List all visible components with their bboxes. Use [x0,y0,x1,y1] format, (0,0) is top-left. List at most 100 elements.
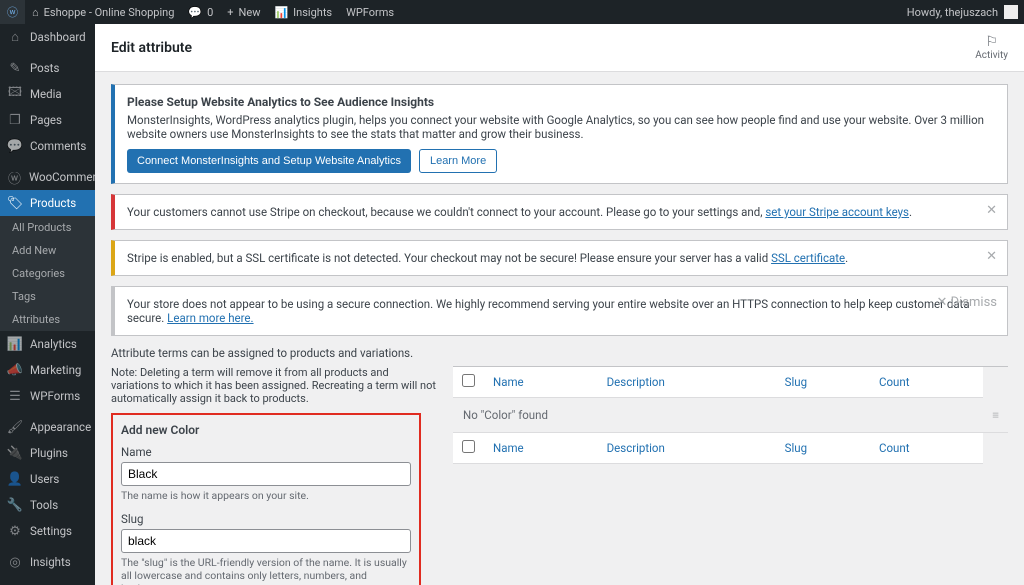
menu-analytics[interactable]: 📊Analytics [0,331,95,357]
col-description-foot[interactable]: Description [607,441,665,455]
gear-icon[interactable]: ≡ [983,398,1008,433]
submenu-tags[interactable]: Tags [0,285,95,308]
menu-label: WPForms [30,389,80,403]
wp-logo[interactable]: ⓦ [0,0,25,24]
name-label: Name [121,445,411,459]
menu-posts[interactable]: ✎ Posts [0,55,95,81]
dismiss-icon[interactable]: ✕ [986,249,997,264]
menu-label: Insights [30,555,71,569]
learn-more-button[interactable]: Learn More [419,149,497,173]
terms-table: Name Description Slug Count No "Color" f… [453,366,1008,464]
site-name-link[interactable]: ⌂ Eshoppe - Online Shopping [25,0,181,24]
wordpress-icon: ⓦ [7,4,18,20]
notice-ssl-warning: Stripe is enabled, but a SSL certificate… [111,240,1008,276]
connect-mi-button[interactable]: Connect MonsterInsights and Setup Websit… [127,149,411,173]
menu-label: Settings [30,524,72,538]
notice-stripe-error: Your customers cannot use Stripe on chec… [111,194,1008,230]
submenu-attributes[interactable]: Attributes [0,308,95,331]
empty-row: No "Color" found [453,398,983,433]
https-learn-link[interactable]: Learn more here. [167,311,253,325]
menu-label: Pages [30,113,62,127]
products-submenu: All Products Add New Categories Tags Att… [0,216,95,331]
intro-paragraph-1: Attribute terms can be assigned to produ… [111,346,1008,360]
activity-panel[interactable]: ⚐ Activity [975,34,1008,61]
dashboard-icon: ⌂ [8,30,22,44]
menu-media[interactable]: 🖾 Media [0,81,95,107]
menu-label: WooCommerce [29,170,95,184]
notice-text: Stripe is enabled, but a SSL certificate… [127,251,771,265]
home-icon: ⌂ [32,6,39,19]
collapse-menu[interactable]: ◀Collapse menu [0,575,95,585]
submenu-add-new[interactable]: Add New [0,239,95,262]
new-label: New [239,6,261,19]
select-all-checkbox[interactable] [462,374,475,387]
menu-woocommerce[interactable]: ⓦWooCommerce [0,164,95,190]
menu-wpforms[interactable]: ☰ WPForms [0,383,95,409]
menu-plugins[interactable]: 🔌Plugins [0,440,95,466]
name-field[interactable] [121,462,411,486]
left-column-wrap: Note: Deleting a term will remove it fro… [111,366,437,585]
stripe-keys-link[interactable]: set your Stripe account keys [765,205,909,219]
col-name-foot[interactable]: Name [493,441,524,455]
menu-label: Appearance [30,420,91,434]
slug-field[interactable] [121,529,411,553]
wpforms-label: WPForms [346,6,394,19]
flag-icon: ⚐ [975,34,1008,50]
comments-count: 0 [207,6,213,19]
howdy-text[interactable]: Howdy, thejuszach [907,6,998,19]
menu-insights[interactable]: ◎Insights [0,549,95,575]
pages-icon: ❐ [8,113,22,127]
add-term-form: Add new Color Name The name is how it ap… [111,413,421,585]
ssl-cert-link[interactable]: SSL certificate [771,251,845,265]
admin-toolbar-left: ⓦ ⌂Eshoppe - Online Shopping 💬0 +New 📊In… [0,0,401,24]
menu-tools[interactable]: 🔧 Tools [0,492,95,518]
new-content-link[interactable]: + New [220,0,267,24]
comment-icon: 💬 [188,6,202,19]
col-slug-foot[interactable]: Slug [785,441,807,455]
select-all-checkbox-foot[interactable] [462,440,475,453]
menu-settings[interactable]: ⚙Settings [0,518,95,544]
col-name[interactable]: Name [493,375,524,389]
menu-users[interactable]: 👤Users [0,466,95,492]
products-icon: 🏷 [8,196,22,210]
menu-label: Marketing [30,363,81,377]
plus-icon: + [227,6,233,19]
menu-label: Tools [30,498,58,512]
menu-comments[interactable]: 💬Comments [0,133,95,159]
menu-products[interactable]: 🏷Products [0,190,95,216]
col-count[interactable]: Count [879,375,910,389]
menu-pages[interactable]: ❐ Pages [0,107,95,133]
tools-icon: 🔧 [8,498,22,512]
activity-label: Activity [975,50,1008,61]
submenu-all-products[interactable]: All Products [0,216,95,239]
submenu-categories[interactable]: Categories [0,262,95,285]
menu-dashboard[interactable]: ⌂Dashboard [0,24,95,50]
col-count-foot[interactable]: Count [879,441,910,455]
wpforms-icon: ☰ [8,389,22,403]
menu-label: Plugins [30,446,68,460]
terms-table-panel: Name Description Slug Count No "Color" f… [453,366,1008,585]
col-description[interactable]: Description [607,375,665,389]
media-icon: 🖾 [8,87,22,101]
comments-link[interactable]: 💬0 [181,0,220,24]
dismiss-icon[interactable]: ✕ [986,203,997,218]
bar-chart-icon: 📊 [274,6,288,19]
col-slug[interactable]: Slug [785,375,807,389]
page-header: Edit attribute ⚐ Activity [95,24,1024,72]
avatar[interactable] [1004,5,1018,19]
menu-appearance[interactable]: 🖌Appearance [0,414,95,440]
site-name-text: Eshoppe - Online Shopping [44,6,175,19]
wpforms-link[interactable]: WPForms [339,0,401,24]
insights-link[interactable]: 📊 Insights [267,0,339,24]
posts-icon: ✎ [8,61,22,75]
insights-label: Insights [293,6,332,19]
analytics-icon: 📊 [8,337,22,351]
dismiss-button[interactable]: ✕ Dismiss [936,295,997,310]
menu-label: Posts [30,61,59,75]
form-heading: Add new Color [121,423,411,437]
menu-label: Comments [30,139,86,153]
menu-marketing[interactable]: 📣Marketing [0,357,95,383]
menu-label: Users [30,472,59,486]
menu-label: Media [30,87,62,101]
name-help: The name is how it appears on your site. [121,489,411,502]
